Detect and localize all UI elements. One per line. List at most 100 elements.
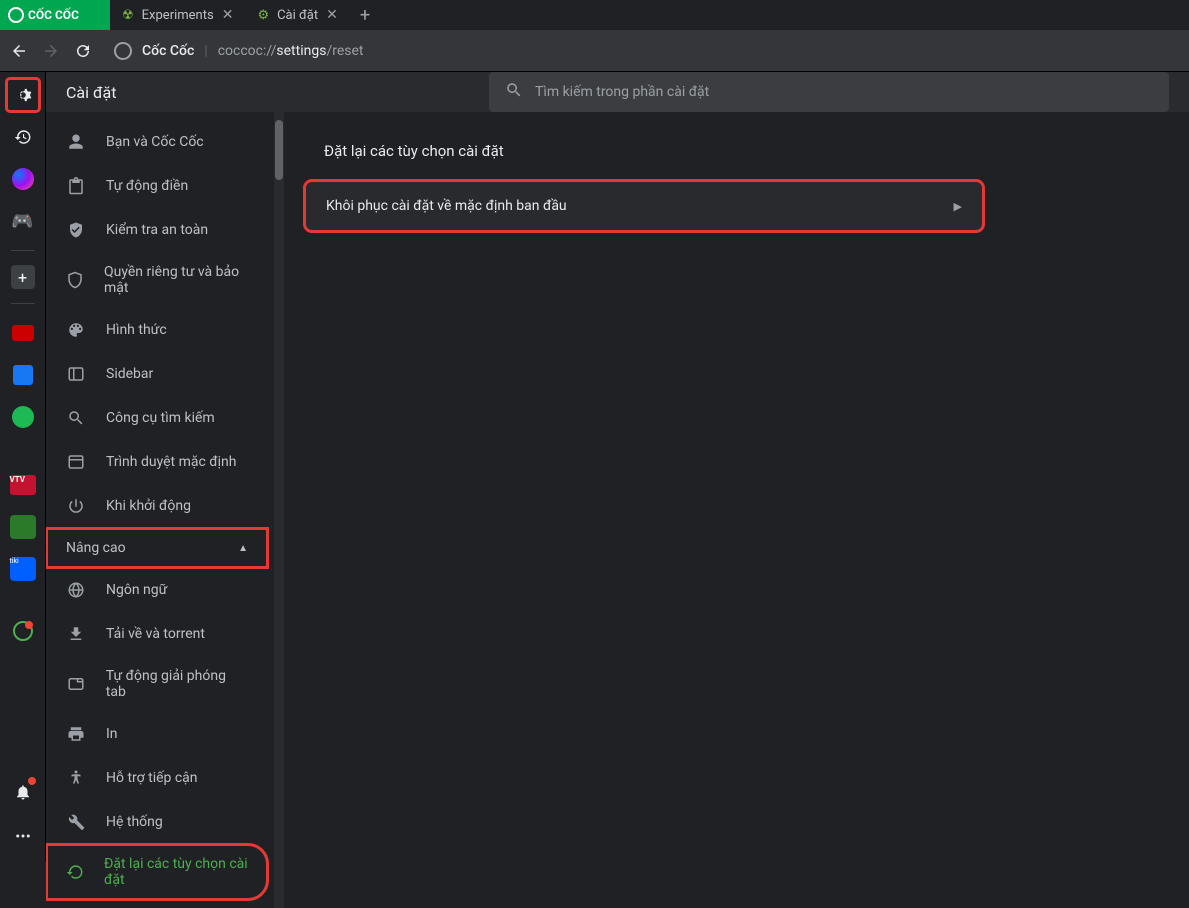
sidebar-settings-icon[interactable] <box>8 80 38 110</box>
tab-settings[interactable]: ⚙ Cài đặt ✕ <box>245 0 349 30</box>
nav-label: Trình duyệt mặc định <box>106 454 237 470</box>
chevron-up-icon: ▲ <box>238 543 248 554</box>
nav-languages[interactable]: Ngôn ngữ <box>46 568 268 612</box>
nav-privacy-security[interactable]: Quyền riêng tư và bảo mật <box>46 252 268 308</box>
sidebar-vtv-icon[interactable]: VTV <box>8 470 38 500</box>
download-icon <box>66 624 86 644</box>
nav-print[interactable]: In <box>46 712 268 756</box>
shield-check-icon <box>66 220 86 240</box>
logo-text: CỐC CỐC <box>28 8 79 22</box>
accessibility-icon <box>66 768 86 788</box>
sidebar-add-button[interactable]: + <box>11 265 35 289</box>
radiation-icon: ☢ <box>122 8 134 23</box>
card-label: Khôi phục cài đặt về mặc định ban đầu <box>326 198 567 214</box>
tab-bar: CỐC CỐC ☢ Experiments ✕ ⚙ Cài đặt ✕ + <box>0 0 1189 30</box>
settings-header: Cài đặt Tìm kiếm trong phần cài đặt <box>46 72 1189 112</box>
sidebar-coccoc-icon[interactable] <box>8 616 38 646</box>
settings-content: Đặt lại các tùy chọn cài đặt Khôi phục c… <box>284 112 1189 908</box>
sidebar-tiki-icon[interactable]: tiki <box>8 554 38 584</box>
search-icon <box>66 408 86 428</box>
tab-label: Cài đặt <box>277 8 318 23</box>
scrollbar-thumb[interactable] <box>275 120 283 180</box>
gear-icon: ⚙ <box>257 8 269 23</box>
nav-reset-settings[interactable]: Đặt lại các tùy chọn cài đặt <box>46 844 268 900</box>
palette-icon <box>66 320 86 340</box>
sidebar-spotify-icon[interactable] <box>8 402 38 432</box>
settings-title: Cài đặt <box>66 83 116 102</box>
nav-appearance[interactable]: Hình thức <box>46 308 268 352</box>
power-icon <box>66 496 86 516</box>
nav-sidebar[interactable]: Sidebar <box>46 352 268 396</box>
toolbar: Cốc Cốc | coccoc://settings/reset <box>0 30 1189 72</box>
restore-icon <box>66 862 84 882</box>
nav-system[interactable]: Hệ thống <box>46 800 268 844</box>
nav-label: Hỗ trợ tiếp cận <box>106 770 198 786</box>
nav-label: Ngôn ngữ <box>106 582 167 598</box>
settings-nav: Bạn và Cốc Cốc Tự động điền Kiểm tra an … <box>46 112 284 908</box>
nav-advanced-toggle[interactable]: Nâng cao ▲ <box>46 528 268 568</box>
more-icon[interactable] <box>8 821 38 851</box>
url-text: coccoc://settings/reset <box>218 43 364 59</box>
nav-label: Kiểm tra an toàn <box>106 222 208 238</box>
omnibox-brand: Cốc Cốc <box>142 43 194 59</box>
nav-safety-check[interactable]: Kiểm tra an toàn <box>46 208 268 252</box>
nav-auto-free-tab[interactable]: Tự động giải phóng tab <box>46 656 268 712</box>
nav-autofill[interactable]: Tự động điền <box>46 164 268 208</box>
nav-label: In <box>106 726 118 742</box>
sidebar-facebook-icon[interactable] <box>8 360 38 390</box>
new-tab-button[interactable]: + <box>350 5 380 26</box>
nav-accessibility[interactable]: Hỗ trợ tiếp cận <box>46 756 268 800</box>
sidebar-separator <box>11 303 35 304</box>
sidebar-youtube-icon[interactable] <box>8 318 38 348</box>
nav-label: Bạn và Cốc Cốc <box>106 134 204 150</box>
sidebar-history-icon[interactable] <box>8 122 38 152</box>
browser-icon <box>66 452 86 472</box>
clipboard-icon <box>66 176 86 196</box>
person-icon <box>66 132 86 152</box>
nav-downloads[interactable]: Tải về và torrent <box>46 612 268 656</box>
sidebar-separator <box>11 250 35 251</box>
content-section-title: Đặt lại các tùy chọn cài đặt <box>324 142 1169 160</box>
nav-search-engine[interactable]: Công cụ tìm kiếm <box>46 396 268 440</box>
tab-experiments[interactable]: ☢ Experiments ✕ <box>110 0 245 30</box>
nav-label: Công cụ tìm kiếm <box>106 410 215 426</box>
vertical-sidebar: 🎮 + VTV tiki <box>0 72 46 861</box>
nav-default-browser[interactable]: Trình duyệt mặc định <box>46 440 268 484</box>
address-bar[interactable]: Cốc Cốc | coccoc://settings/reset <box>106 42 1179 60</box>
browser-logo[interactable]: CỐC CỐC <box>0 0 110 30</box>
print-icon <box>66 724 86 744</box>
nav-label: Hình thức <box>106 322 167 338</box>
settings-panel: Cài đặt Tìm kiếm trong phần cài đặt Bạn … <box>46 72 1189 861</box>
notifications-icon[interactable] <box>8 777 38 807</box>
tab-icon <box>66 674 86 694</box>
nav-label: Hệ thống <box>106 814 163 830</box>
nav-label: Tự động điền <box>106 178 188 194</box>
nav-label: Khi khởi động <box>106 498 191 514</box>
coccoc-logo-icon <box>8 7 24 23</box>
restore-defaults-card[interactable]: Khôi phục cài đặt về mặc định ban đầu ▶ <box>304 180 984 232</box>
nav-label: Quyền riêng tư và bảo mật <box>104 264 248 296</box>
sidebar-gunny-icon[interactable] <box>8 512 38 542</box>
sidebar-games-icon[interactable]: 🎮 <box>8 206 38 236</box>
tab-label: Experiments <box>142 8 214 23</box>
globe-icon <box>66 580 86 600</box>
search-placeholder: Tìm kiếm trong phần cài đặt <box>535 84 709 100</box>
back-button[interactable] <box>10 42 28 60</box>
chevron-right-icon: ▶ <box>954 200 962 213</box>
advanced-label: Nâng cao <box>66 540 126 556</box>
settings-search-input[interactable]: Tìm kiếm trong phần cài đặt <box>489 72 1169 112</box>
search-icon <box>505 81 523 103</box>
close-icon[interactable]: ✕ <box>326 7 338 23</box>
nav-you-and-coccoc[interactable]: Bạn và Cốc Cốc <box>46 120 268 164</box>
nav-label: Tải về và torrent <box>106 626 205 642</box>
wrench-icon <box>66 812 86 832</box>
window-icon <box>66 364 86 384</box>
nav-label: Tự động giải phóng tab <box>106 668 248 700</box>
nav-label: Sidebar <box>106 366 153 382</box>
reload-button[interactable] <box>74 42 92 60</box>
site-icon <box>114 42 132 60</box>
nav-on-startup[interactable]: Khi khởi động <box>46 484 268 528</box>
close-icon[interactable]: ✕ <box>222 7 234 23</box>
forward-button[interactable] <box>42 42 60 60</box>
sidebar-messenger-icon[interactable] <box>8 164 38 194</box>
